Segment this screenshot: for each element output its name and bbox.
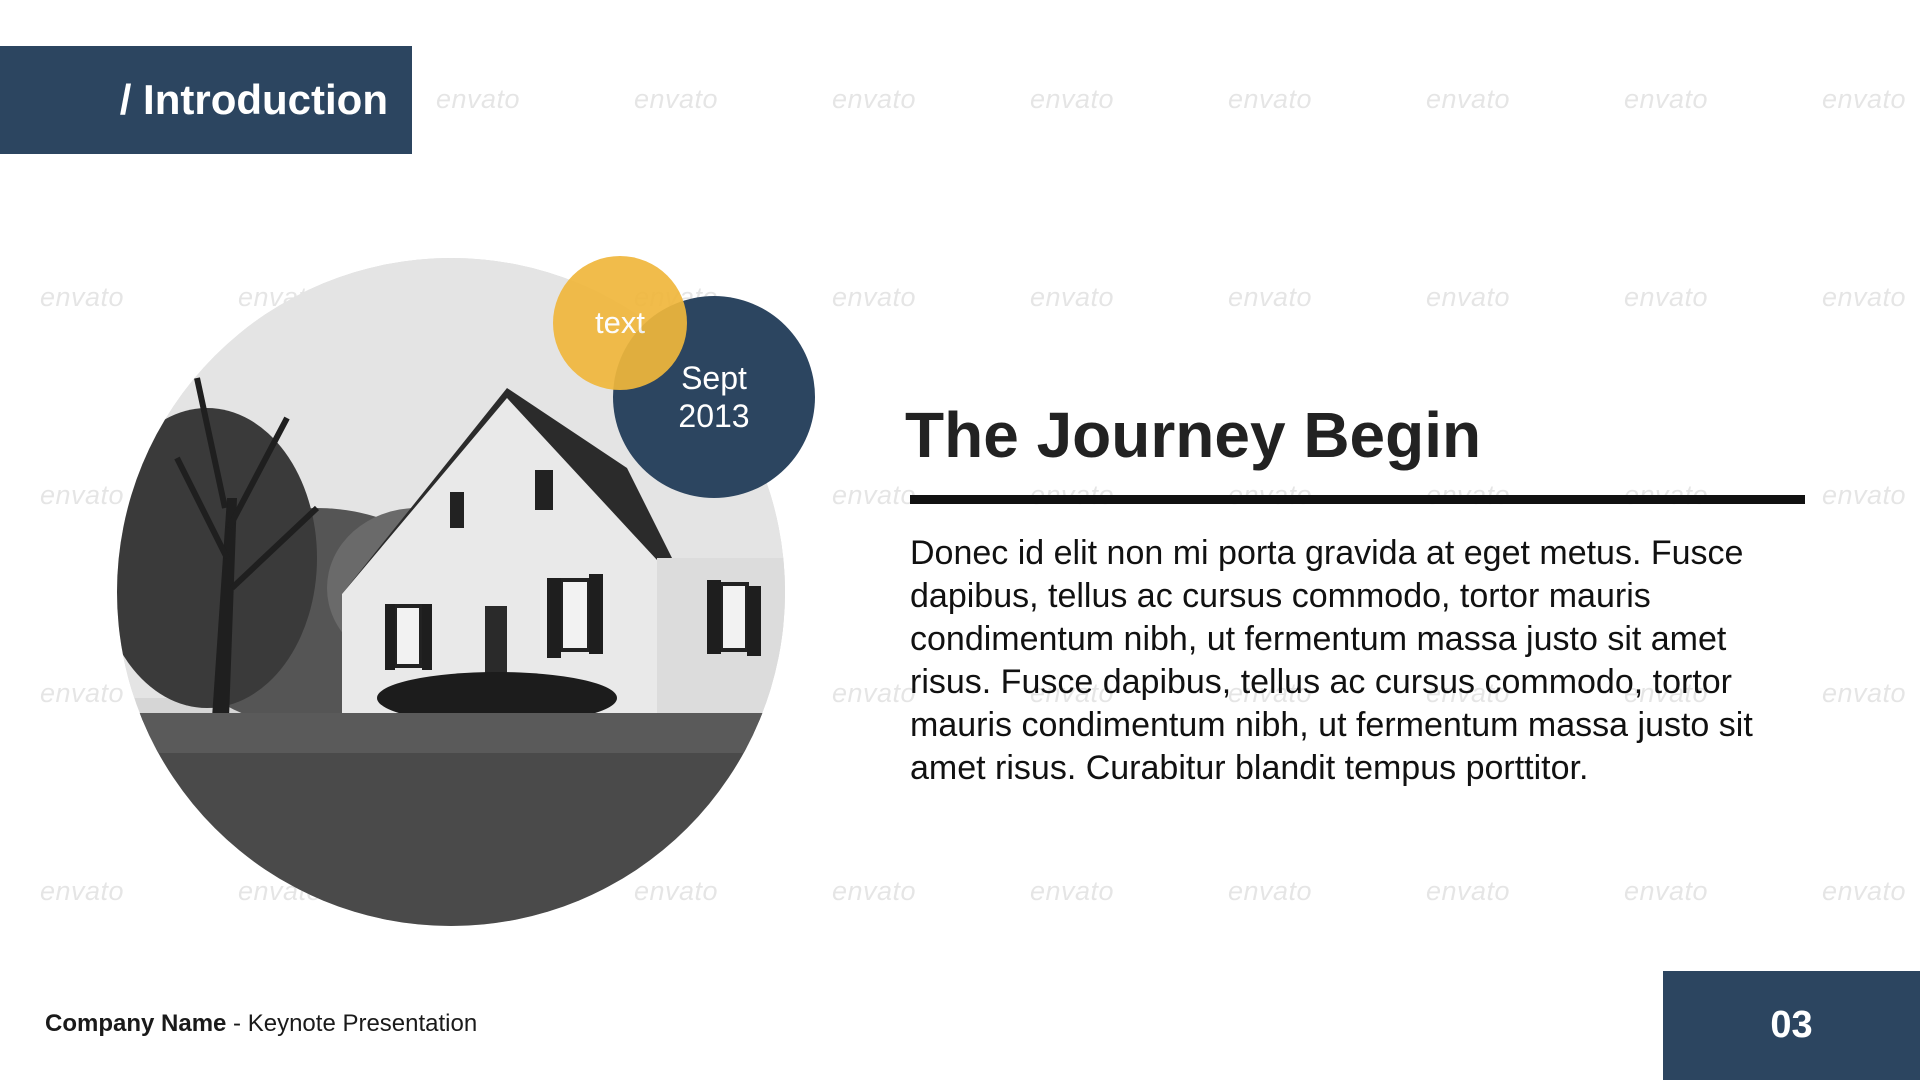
watermark-text: envato (1228, 84, 1313, 114)
footer-separator: - (226, 1010, 248, 1037)
watermark-text: envato (40, 282, 125, 312)
watermark-text: envato (40, 678, 125, 708)
footer-subtitle: Keynote Presentation (247, 1010, 478, 1037)
page-number-badge: 03 (1663, 971, 1920, 1080)
watermark-text: envato (1624, 876, 1709, 906)
watermark-text: envato (1030, 84, 1115, 114)
section-title: / Introduction (119, 76, 388, 123)
watermark-text: envato (1426, 84, 1511, 114)
content-body: Donec id elit non mi porta gravida at eg… (910, 534, 1753, 787)
watermark-text: envato (40, 876, 125, 906)
watermark-text: envato (832, 84, 917, 114)
watermark-text: envato (1822, 84, 1907, 114)
watermark-text: envato (1228, 876, 1313, 906)
watermark-text: envato (436, 84, 521, 114)
watermark-text: envato (1426, 282, 1511, 312)
watermark-text: envato (1426, 876, 1511, 906)
section-header-tag: / Introduction (0, 46, 412, 154)
watermark-text: envato (832, 282, 917, 312)
watermark-text: envato (1030, 876, 1115, 906)
page-number: 03 (1770, 1004, 1813, 1046)
date-year: 2013 (678, 398, 750, 434)
watermark-text: envato (832, 678, 917, 708)
text-bubble: text (553, 256, 687, 390)
watermark-text: envato (40, 480, 125, 510)
watermark-text: envato (1624, 282, 1709, 312)
watermark-text: envato (1228, 282, 1313, 312)
watermark-text: envato (1822, 282, 1907, 312)
date-month: Sept (681, 360, 747, 396)
watermark-text: envato (1822, 480, 1907, 510)
watermark-text: envato (634, 84, 719, 114)
company-name: Company Name (45, 1010, 227, 1037)
footer-text: Company Name - Keynote Presentation (45, 1010, 477, 1038)
watermark-text: envato (1624, 84, 1709, 114)
title-divider (910, 495, 1805, 504)
watermark-text: envato (1030, 282, 1115, 312)
watermark-text: envato (832, 480, 917, 510)
watermark-text: envato (1822, 876, 1907, 906)
content-title: The Journey Begin (905, 399, 1482, 471)
watermark-text: envato (1822, 678, 1907, 708)
watermark-text: envato (832, 876, 917, 906)
text-bubble-label: text (595, 305, 645, 340)
watermark-text: envato (634, 876, 719, 906)
